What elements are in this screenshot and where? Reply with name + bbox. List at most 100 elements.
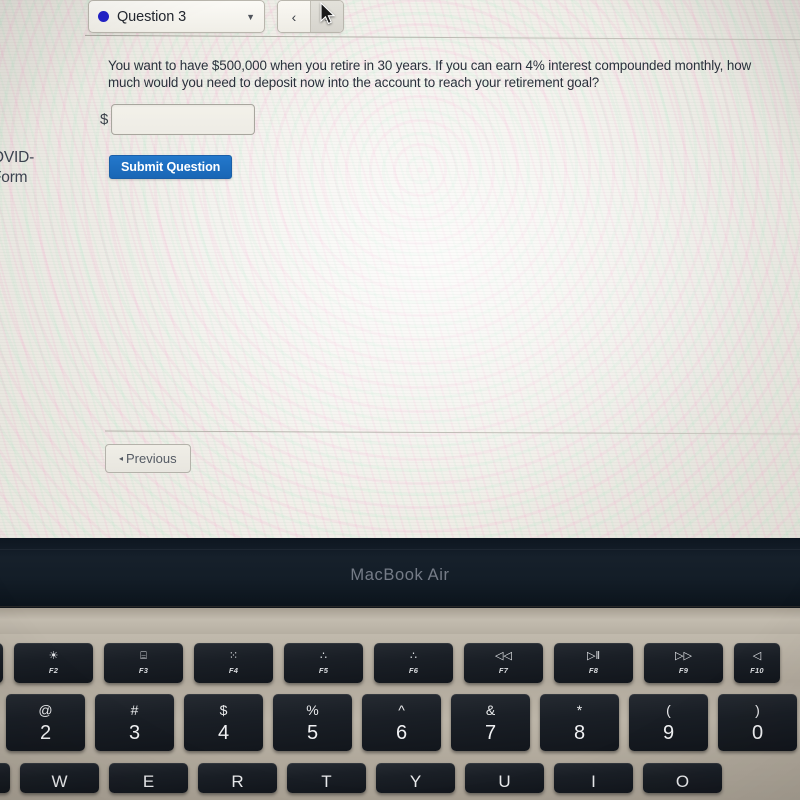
letter-key-e[interactable]: E xyxy=(109,763,188,793)
function-key-glyph-icon: ▷▷ xyxy=(675,650,692,662)
number-key-symbol: @ xyxy=(38,701,53,718)
letter-key-y[interactable]: Y xyxy=(376,763,455,793)
mouse-cursor-icon xyxy=(320,2,336,25)
function-key-label: F10 xyxy=(750,666,764,675)
letter-key-label: T xyxy=(321,771,332,791)
answer-input[interactable] xyxy=(111,104,256,135)
previous-button-label: Previous xyxy=(126,451,177,466)
question-text: You want to have $500,000 when you retir… xyxy=(108,58,752,90)
currency-prefix-label: $ xyxy=(100,111,109,128)
number-key-digit: 3 xyxy=(128,721,141,744)
launchpad-key[interactable]: ⁙ F4 xyxy=(194,643,273,683)
number-key-digit: 6 xyxy=(395,721,408,744)
number-key-4[interactable]: $4 xyxy=(184,694,263,751)
status-dot-icon xyxy=(98,11,109,22)
number-key-digit: 2 xyxy=(39,721,52,744)
function-key-glyph-icon: ∴ xyxy=(320,650,327,662)
function-key-label: F8 xyxy=(588,666,599,675)
mute-key[interactable]: ◁ F10 xyxy=(734,643,780,683)
letter-key-label: E xyxy=(142,771,155,791)
letter-key-w[interactable]: W xyxy=(20,763,99,793)
function-key-glyph-icon: ⁙ xyxy=(228,650,239,662)
previous-button[interactable]: ◂ Previous xyxy=(105,444,191,473)
function-key-glyph-icon: ▷‖ xyxy=(586,650,600,662)
sidebar-line-2: Form xyxy=(0,169,28,186)
function-key-glyph-icon: ☀ xyxy=(48,650,59,662)
function-key-label: F5 xyxy=(318,666,329,675)
letter-key-label: U xyxy=(498,771,511,791)
function-key-clipped-left[interactable] xyxy=(0,643,3,683)
number-key-symbol: ( xyxy=(666,701,671,718)
letter-key-i[interactable]: I xyxy=(554,763,633,793)
letter-key-label: Y xyxy=(409,771,422,791)
number-key-symbol: # xyxy=(130,701,139,718)
letter-key-label: R xyxy=(231,771,244,791)
function-key-glyph-icon: ⌸ xyxy=(140,650,147,662)
nav-previous-button[interactable]: ‹ xyxy=(278,1,311,32)
number-key-symbol: $ xyxy=(219,701,228,718)
number-key-symbol: ^ xyxy=(398,701,405,718)
footer-divider xyxy=(105,430,800,435)
mission-control-key[interactable]: ⌸ F3 xyxy=(104,643,183,683)
letter-key-t[interactable]: T xyxy=(287,763,366,793)
screenshot-root: OVID- Form Question 3 ▼ ‹ › You want to … xyxy=(0,0,800,800)
number-key-symbol: & xyxy=(485,701,496,718)
caret-left-icon: ◂ xyxy=(119,454,124,463)
letter-key-r[interactable]: R xyxy=(198,763,277,793)
number-key-row: @2 #3 $4% 5 ^ 6 & 7 * 8(9) 0 xyxy=(6,694,797,751)
question-selector-label: Question 3 xyxy=(117,8,187,25)
number-key-3[interactable]: #3 xyxy=(95,694,174,751)
sidebar-clipped-text: OVID- Form xyxy=(0,148,92,188)
number-key-digit: 7 xyxy=(484,721,497,744)
function-key-glyph-icon: ◁◁ xyxy=(495,650,512,662)
function-key-label: F3 xyxy=(138,666,149,675)
letter-key-label: W xyxy=(51,771,68,791)
function-key-label: F9 xyxy=(678,666,689,675)
number-key-7[interactable]: & 7 xyxy=(451,694,530,751)
sidebar-line-1: OVID- xyxy=(0,149,35,166)
letter-key-clipped-left[interactable] xyxy=(0,763,10,793)
letter-key-row: WERTYUIO xyxy=(0,763,722,793)
macbook-air-wordmark: MacBook Air xyxy=(350,566,450,584)
laptop-hinge-edge xyxy=(0,608,800,634)
laptop-screen: OVID- Form Question 3 ▼ ‹ › You want to … xyxy=(0,0,800,538)
submit-question-button[interactable]: Submit Question xyxy=(109,155,233,179)
number-key-2[interactable]: @2 xyxy=(6,694,85,751)
number-key-5[interactable]: % 5 xyxy=(273,694,352,751)
number-key-digit: 0 xyxy=(751,721,764,744)
function-key-label: F4 xyxy=(228,666,239,675)
laptop-body: ☀ F2 ⌸ F3 ⁙ F4 ∴ F5 ∴ F6 ◁◁ F7 ▷‖ F8 ▷▷ F9 ◁ F10 @2 #3 $4% 5… xyxy=(0,608,800,800)
function-key-row: ☀ F2 ⌸ F3 ⁙ F4 ∴ F5 ∴ F6 ◁◁ F7 ▷‖ F8 ▷▷ F9 ◁ F10 xyxy=(0,643,780,683)
keyboard-brightness-down-key[interactable]: ∴ F5 xyxy=(284,643,363,683)
number-key-symbol: ) xyxy=(755,701,760,718)
screen-glare xyxy=(130,30,750,510)
number-key-8[interactable]: * 8 xyxy=(540,694,619,751)
number-key-6[interactable]: ^ 6 xyxy=(362,694,441,751)
number-key-0[interactable]: ) 0 xyxy=(718,694,797,751)
number-key-9[interactable]: (9 xyxy=(629,694,708,751)
function-key-label: F7 xyxy=(498,666,509,675)
brightness-up-key[interactable]: ☀ F2 xyxy=(14,643,93,683)
letter-key-u[interactable]: U xyxy=(465,763,544,793)
number-key-symbol: % xyxy=(306,701,319,718)
letter-key-label: I xyxy=(591,771,596,791)
number-key-digit: 9 xyxy=(662,721,675,744)
letter-key-o[interactable]: O xyxy=(643,763,722,793)
chevron-down-icon: ▼ xyxy=(246,11,255,22)
number-key-symbol: * xyxy=(576,701,583,718)
function-key-label: F6 xyxy=(408,666,419,675)
keyboard-brightness-up-key[interactable]: ∴ F6 xyxy=(374,643,453,683)
fast-forward-key[interactable]: ▷▷ F9 xyxy=(644,643,723,683)
question-selector-dropdown[interactable]: Question 3 ▼ xyxy=(88,0,265,33)
function-key-glyph-icon: ∴ xyxy=(410,650,417,662)
play-pause-key[interactable]: ▷‖ F8 xyxy=(554,643,633,683)
function-key-glyph-icon: ◁ xyxy=(752,650,762,662)
answer-row: $ xyxy=(100,104,256,135)
number-key-digit: 8 xyxy=(573,721,586,744)
rewind-key[interactable]: ◁◁ F7 xyxy=(464,643,543,683)
function-key-label: F2 xyxy=(48,666,59,675)
number-key-digit: 5 xyxy=(306,721,319,744)
header-divider xyxy=(85,34,800,41)
number-key-digit: 4 xyxy=(217,721,230,744)
letter-key-label: O xyxy=(675,771,690,791)
